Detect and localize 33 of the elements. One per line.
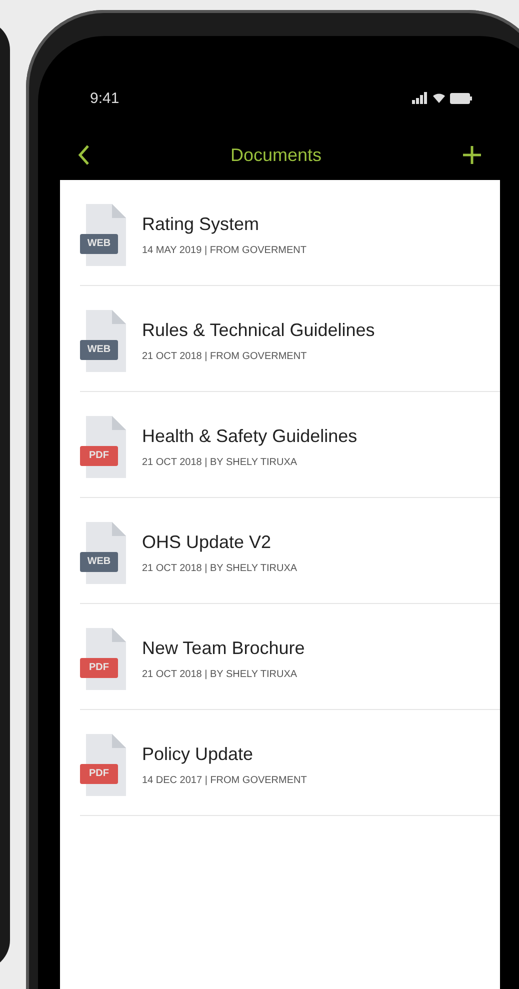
document-row[interactable]: WEB Rating System 14 MAY 2019 | FROM GOVERMENT (80, 180, 500, 286)
document-meta: 21 OCT 2018 | BY SHELY TIRUXA (142, 668, 298, 680)
plus-icon (462, 145, 482, 165)
signal-icon (412, 92, 428, 104)
add-button[interactable] (462, 145, 482, 165)
document-meta: 21 OCT 2018 | BY SHELY TIRUXA (142, 456, 298, 468)
document-row[interactable]: PDF Health & Safety Guidelines 21 OCT 2018 | BY SHELY TIRUXA (80, 392, 500, 498)
document-meta: 21 OCT 2018 | FROM GOVERMENT (142, 350, 308, 362)
file-type-badge: PDF (80, 764, 118, 784)
document-row[interactable]: WEB OHS Update V2 21 OCT 2018 | BY SHELY TIRUXA (80, 498, 500, 604)
file-type-badge: WEB (80, 340, 118, 360)
document-title: Policy Update (142, 744, 254, 764)
document-title: Rating System (142, 214, 260, 234)
document-meta: 14 MAY 2019 | FROM GOVERMENT (142, 244, 306, 256)
document-title: OHS Update V2 (142, 532, 272, 552)
file-type-badge: WEB (80, 234, 118, 254)
status-time: 9:41 (90, 90, 120, 106)
document-meta: 14 DEC 2017 | FROM GOVERMENT (142, 774, 307, 786)
nav-title: Documents (230, 144, 322, 166)
back-button[interactable] (78, 144, 90, 166)
file-type-badge: PDF (80, 658, 118, 678)
document-row[interactable]: PDF Policy Update 14 DEC 2017 | FROM GOVERMENT (80, 710, 500, 816)
document-row[interactable]: WEB Rules & Technical Guidelines 21 OCT 2018 | FROM GOVERMENT (80, 286, 500, 392)
document-meta: 21 OCT 2018 | BY SHELY TIRUXA (142, 562, 298, 574)
wifi-icon (432, 92, 446, 104)
chevron-left-icon (78, 144, 90, 166)
document-title: Health & Safety Guidelines (142, 426, 358, 446)
file-type-badge: WEB (80, 552, 118, 572)
document-title: New Team Brochure (142, 638, 305, 658)
document-title: Rules & Technical Guidelines (142, 320, 375, 340)
battery-icon (450, 92, 472, 104)
document-row[interactable]: PDF New Team Brochure 21 OCT 2018 | BY SHELY TIRUXA (80, 604, 500, 710)
file-type-badge: PDF (80, 446, 118, 466)
